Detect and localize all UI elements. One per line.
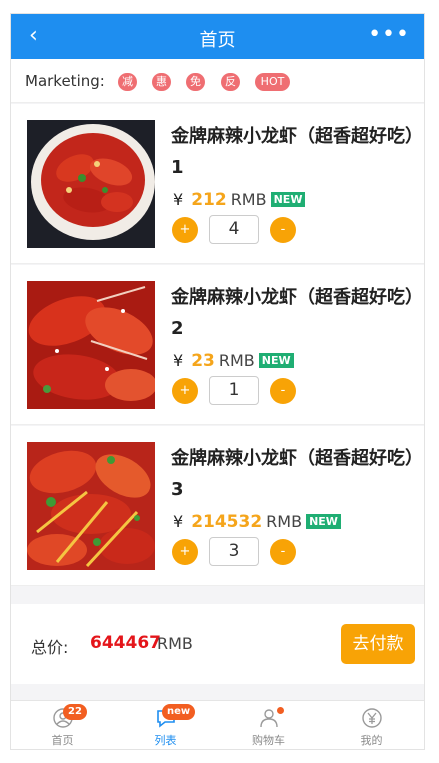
tab-badge-new: new xyxy=(162,704,196,720)
product-item: 金牌麻辣小龙虾（超香超好吃）1 ¥212 RMB NEW + 4 - xyxy=(11,104,424,264)
currency-symbol: ¥ xyxy=(173,512,184,531)
product-name[interactable]: 金牌麻辣小龙虾（超香超好吃）2 xyxy=(171,282,416,344)
product-item: 金牌麻辣小龙虾（超香超好吃）3 ¥214532 RMB NEW + 3 - xyxy=(11,426,424,586)
product-name[interactable]: 金牌麻辣小龙虾（超香超好吃）3 xyxy=(171,443,416,505)
quantity-input[interactable]: 4 xyxy=(209,215,259,244)
decrease-button[interactable]: - xyxy=(270,217,296,243)
price-unit: RMB xyxy=(266,512,303,531)
price-unit: RMB xyxy=(218,351,255,370)
product-name[interactable]: 金牌麻辣小龙虾（超香超好吃）1 xyxy=(171,121,416,183)
more-dots-icon[interactable]: ••• xyxy=(368,22,410,47)
product-item: 金牌麻辣小龙虾（超香超好吃）2 ¥23 RMB NEW + 1 - xyxy=(11,265,424,425)
currency-symbol: ¥ xyxy=(173,351,184,370)
product-price: ¥212 RMB NEW xyxy=(173,190,306,210)
marketing-tag: 惠 xyxy=(152,73,171,91)
new-badge: NEW xyxy=(270,192,306,207)
tab-label: 购物车 xyxy=(252,734,285,747)
page-title: 首页 xyxy=(199,30,236,51)
tab-badge-count: 22 xyxy=(63,704,87,720)
total-unit: RMB xyxy=(157,634,193,653)
product-price: ¥214532 RMB NEW xyxy=(173,512,341,532)
increase-button[interactable]: + xyxy=(172,539,198,565)
quantity-input[interactable]: 3 xyxy=(209,537,259,566)
tab-cart[interactable]: 购物车 xyxy=(217,701,320,749)
new-badge: NEW xyxy=(258,353,294,368)
total-bar: 总价: 644467 RMB 去付款 xyxy=(11,604,424,684)
price-value: 214532 xyxy=(191,512,263,532)
app-frame: ‹ 首页 ••• Marketing: 减 惠 免 反 HOT 金牌麻辣小龙虾（… xyxy=(10,13,425,750)
total-label: 总价: xyxy=(31,638,69,657)
marketing-tag: 反 xyxy=(221,73,240,91)
tab-label: 列表 xyxy=(154,734,177,747)
total-value: 644467 xyxy=(90,633,161,653)
marketing-label: Marketing: xyxy=(25,72,105,90)
product-price: ¥23 RMB NEW xyxy=(173,351,294,371)
tab-label: 我的 xyxy=(360,734,383,747)
price-value: 23 xyxy=(191,351,215,371)
marketing-tag: 减 xyxy=(118,73,137,91)
price-unit: RMB xyxy=(230,190,267,209)
tab-list[interactable]: new 列表 xyxy=(114,701,217,749)
marketing-bar: Marketing: 减 惠 免 反 HOT xyxy=(11,59,424,103)
tab-home[interactable]: 22 首页 xyxy=(11,701,114,749)
increase-button[interactable]: + xyxy=(172,217,198,243)
tab-label: 首页 xyxy=(51,734,74,747)
increase-button[interactable]: + xyxy=(172,378,198,404)
decrease-button[interactable]: - xyxy=(270,539,296,565)
marketing-tag-hot: HOT xyxy=(255,73,290,91)
quantity-input[interactable]: 1 xyxy=(209,376,259,405)
yen-icon xyxy=(362,708,382,728)
pay-button[interactable]: 去付款 xyxy=(341,624,415,664)
marketing-tag: 免 xyxy=(186,73,205,91)
new-badge: NEW xyxy=(306,514,341,529)
decrease-button[interactable]: - xyxy=(270,378,296,404)
product-image xyxy=(27,281,155,409)
product-image xyxy=(27,442,155,570)
tab-mine[interactable]: 我的 xyxy=(320,701,423,749)
product-image xyxy=(27,120,155,248)
tab-dot-indicator xyxy=(277,707,284,714)
price-value: 212 xyxy=(191,190,227,210)
currency-symbol: ¥ xyxy=(173,190,184,209)
top-bar: ‹ 首页 ••• xyxy=(11,14,424,59)
bottom-tab-bar: 22 首页 new 列表 购物车 我的 xyxy=(11,700,424,749)
